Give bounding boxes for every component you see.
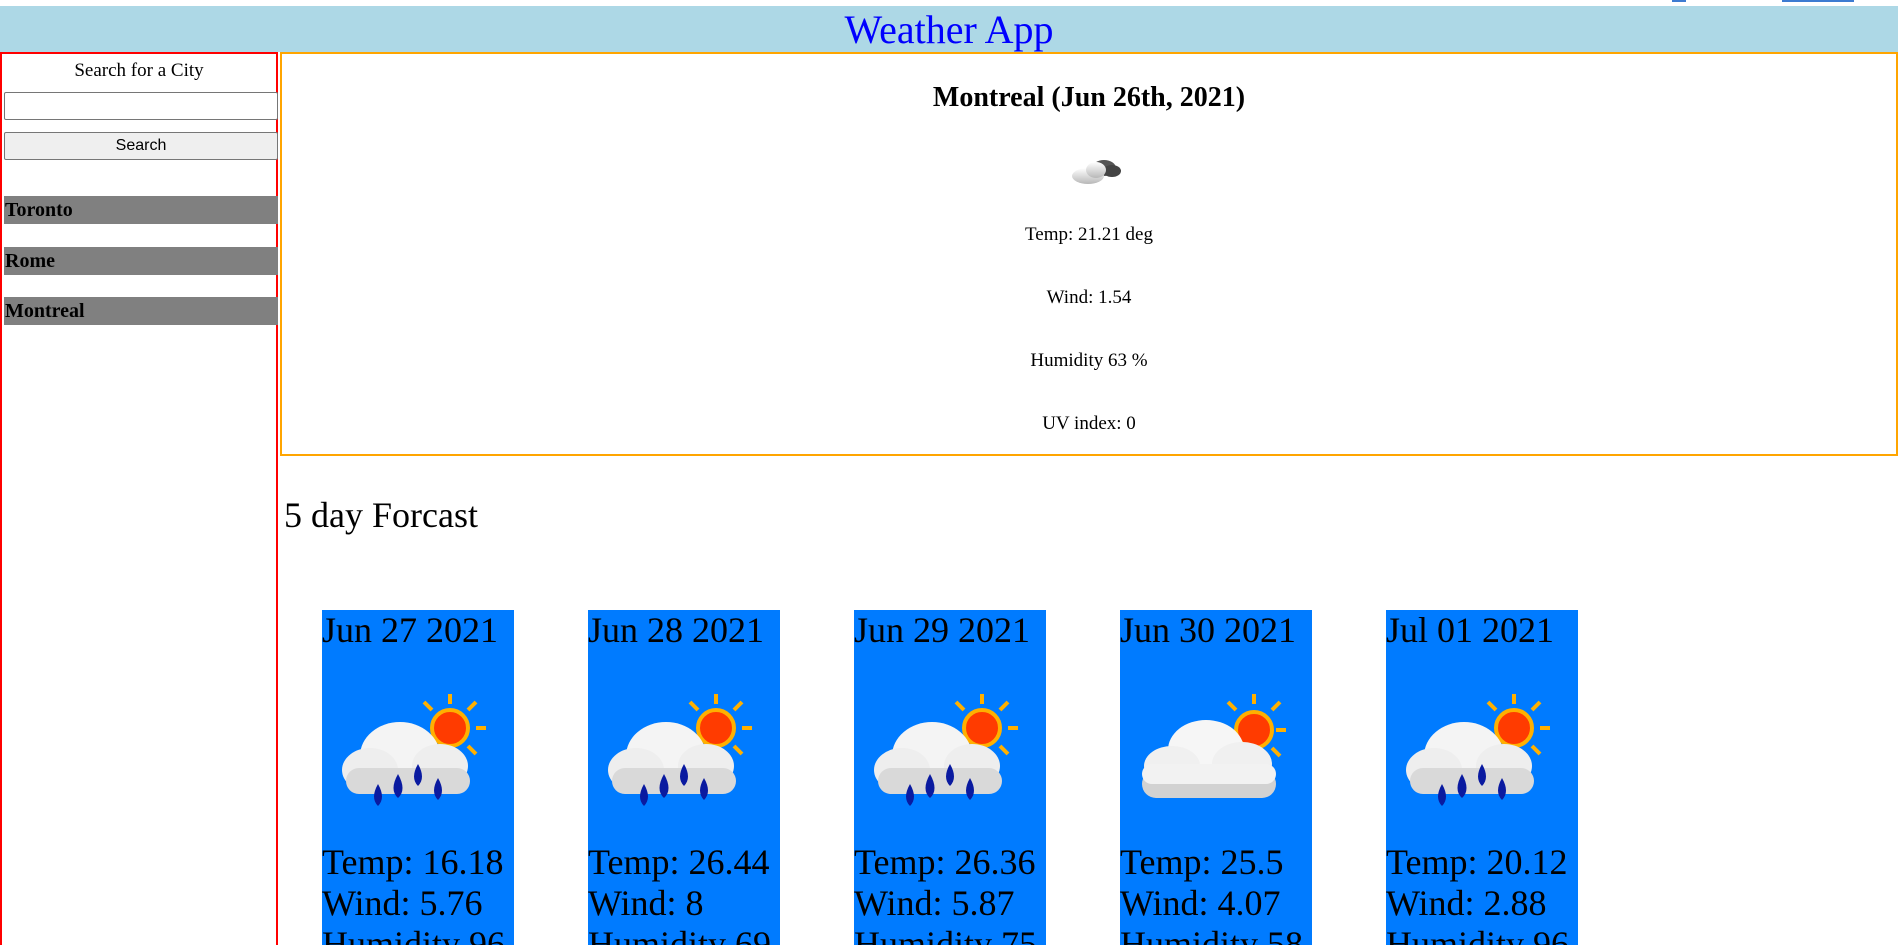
rain-sun-icon [1406,694,1550,806]
few-clouds-night-icon [1072,160,1121,184]
forecast-temp: Temp: 26.44 [588,842,770,882]
forecast-humidity: Humidity 58 [1120,924,1304,945]
app-header: Weather App [0,6,1898,52]
forecast-card: Jun 27 2021 Temp: 16.18 Wind: 5.76 Humid… [322,610,514,945]
city-search-input[interactable] [4,92,278,120]
forecast-date: Jun 30 2021 [1120,610,1297,650]
search-label: Search for a City [74,60,204,81]
forecast-humidity: Humidity 96 [1386,924,1570,945]
history-item-toronto[interactable]: Toronto [4,196,278,224]
history-item-rome[interactable]: Rome [4,247,278,275]
forecast-humidity: Humidity 96 [322,924,506,945]
current-temp: Temp: 21.21 deg [1025,224,1153,245]
forecast-date: Jun 27 2021 [322,610,499,650]
forecast-card: Jul 01 2021 Temp: 20.12 Wind: 2.88 Humid… [1386,610,1578,945]
forecast-humidity: Humidity 75 [854,924,1038,945]
forecast-wind: Wind: 2.88 [1386,883,1547,923]
forecast-wind: Wind: 5.76 [322,883,483,923]
current-uv-index: UV index: 0 [1042,413,1136,434]
forecast-card: Jun 29 2021 Temp: 26.36 Wind: 5.87 Humid… [854,610,1046,945]
rain-sun-icon [342,694,486,806]
forecast-temp: Temp: 16.18 [322,842,504,882]
search-button[interactable]: Search [4,132,278,160]
cloud-sun-icon [1142,694,1286,798]
forecast-temp: Temp: 25.5 [1120,842,1284,882]
current-weather-panel: Montreal (Jun 26th, 2021) Temp: 21.21 de… [280,52,1898,456]
current-wind: Wind: 1.54 [1046,287,1132,308]
forecast-humidity: Humidity 69 [588,924,772,945]
forecast-date: Jun 28 2021 [588,610,765,650]
forecast-date: Jul 01 2021 [1386,610,1555,650]
current-humidity: Humidity 63 % [1030,350,1148,371]
forecast-temp: Temp: 26.36 [854,842,1036,882]
rain-sun-icon [874,694,1018,806]
forecast-wind: Wind: 5.87 [854,883,1015,923]
sidebar: Search for a City Search Toronto Rome Mo… [0,52,278,945]
forecast-card: Jun 28 2021 Temp: 26.44 Wind: 8 Humidity… [588,610,780,945]
forecast-card: Jun 30 2021 Temp: 25.5 Wind: 4.07 Humidi… [1120,610,1312,945]
history-item-montreal[interactable]: Montreal [4,297,278,325]
rain-sun-icon [608,694,752,806]
forecast-date: Jun 29 2021 [854,610,1031,650]
current-city-title: Montreal (Jun 26th, 2021) [932,82,1246,113]
app-title: Weather App [844,7,1054,52]
forecast-title: 5 day Forcast [284,495,478,535]
forecast-wind: Wind: 8 [588,883,704,923]
topbar-mark [1782,0,1854,2]
forecast-temp: Temp: 20.12 [1386,842,1568,882]
topbar-mark [1672,0,1686,2]
forecast-wind: Wind: 4.07 [1120,883,1281,923]
